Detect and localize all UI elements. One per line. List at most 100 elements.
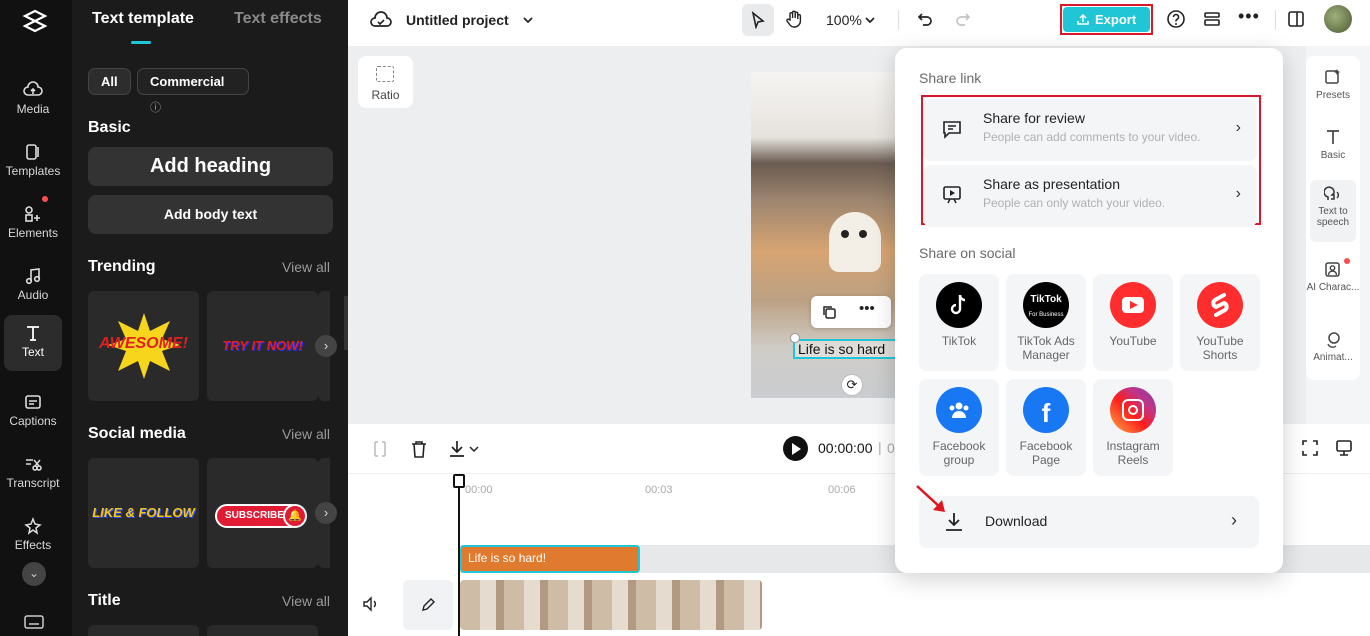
rail-captions[interactable]: Captions [4,384,62,440]
rail-templates[interactable]: Templates [4,134,62,190]
tab-text-template[interactable]: Text template [92,10,194,28]
hand-pan-icon[interactable] [784,9,804,29]
text-panel: Text template Text effects All Commercia… [72,0,348,636]
share-instagram-reels[interactable]: Instagram Reels [1093,379,1173,476]
avatar[interactable] [1324,5,1352,33]
trending-template-try-it-now[interactable]: TRY IT NOW! [207,291,318,401]
divider [898,10,899,30]
basic-tab[interactable]: Basic [1306,128,1360,161]
add-body-text-button[interactable]: Add body text [88,195,333,234]
zoom-chevron-down-icon[interactable] [864,15,876,25]
elements-icon [25,206,40,222]
share-youtube[interactable]: YouTube [1093,274,1173,371]
project-name[interactable]: Untitled project [406,12,509,28]
share-youtube-label: YouTube [1109,334,1157,348]
undo-icon[interactable] [916,10,934,28]
title-view-all-link[interactable]: View all [282,593,330,609]
left-rail: Media Templates Elements Audio Text Capt… [0,0,72,636]
share-facebook-group[interactable]: Facebook group [919,379,999,476]
animation-tab[interactable]: Animat... [1306,330,1360,363]
download-dropdown-icon[interactable] [448,439,482,459]
caption-text-box[interactable]: Life is so hard [793,339,903,359]
title-template-peek[interactable] [88,625,199,636]
video-clip[interactable] [460,580,762,630]
fullscreen-icon[interactable] [1300,438,1320,458]
monitor-icon[interactable] [1334,438,1354,458]
share-as-presentation-subtitle: People can only watch your video. [983,196,1166,210]
add-heading-button[interactable]: Add heading [88,147,333,186]
rail-more-chevron-icon[interactable]: ⌄ [22,562,46,586]
social-scroll-right-icon[interactable]: › [315,502,337,524]
text-to-speech-label: Text to speech [1316,206,1350,228]
stack-layers-icon[interactable] [1202,9,1222,29]
section-basic-title: Basic [88,119,131,136]
play-button[interactable] [783,436,808,461]
share-youtube-shorts[interactable]: YouTube Shorts [1180,274,1260,371]
ai-character-tab[interactable]: AI Charac... [1306,258,1360,293]
cursor-arrow-icon [751,11,765,29]
social-view-all-link[interactable]: View all [282,426,330,442]
notification-dot [42,196,48,202]
social-template-like-follow[interactable]: LIKE & FOLLOW [88,458,199,568]
text-to-speech-tab[interactable]: Text to speech [1310,180,1356,242]
text-more-icon[interactable]: ••• [859,300,875,317]
split-icon[interactable] [372,440,388,458]
red-arrow-annotation [916,485,945,512]
rail-transcript[interactable]: Transcript [4,446,62,502]
tiktok-ads-icon: TikTok For Business [1023,282,1069,328]
filter-all[interactable]: All [88,68,131,95]
volume-icon[interactable] [362,596,382,612]
share-facebook-page[interactable]: f Facebook Page [1006,379,1086,476]
playhead[interactable] [458,474,460,636]
filter-commercial[interactable]: Commercial ⓘ [137,68,249,114]
cover-edit-button[interactable] [403,580,453,630]
presentation-icon [943,186,961,204]
trending-view-all-link[interactable]: View all [282,259,330,275]
duplicate-icon[interactable] [821,304,837,320]
share-for-review-button[interactable]: Share for review People can add comments… [923,99,1257,161]
rail-text[interactable]: Text [4,315,62,371]
animation-label: Animat... [1313,352,1353,363]
rail-templates-label: Templates [5,164,61,178]
rail-media[interactable]: Media [4,72,62,128]
tab-text-effects[interactable]: Text effects [234,10,322,28]
text-t-icon [27,326,39,341]
ratio-button[interactable]: Ratio [358,56,413,108]
share-tiktok-ads-manager[interactable]: TikTok For Business TikTok Ads Manager [1006,274,1086,371]
trending-scroll-right-icon[interactable]: › [315,335,337,357]
social-template-subscribe[interactable]: SUBSCRIBE 🔔 [207,458,318,568]
youtube-shorts-icon [1197,282,1243,328]
rail-audio[interactable]: Audio [4,258,62,314]
templates-icon [26,144,39,160]
title-template-peek-2[interactable] [207,625,318,636]
share-tiktok[interactable]: TikTok [919,274,999,371]
layout-panel-icon[interactable] [1287,10,1305,28]
export-button[interactable]: Export [1063,7,1150,32]
share-as-presentation-button[interactable]: Share as presentation People can only wa… [923,165,1257,227]
download-label: Download [985,513,1048,529]
rail-effects[interactable]: Effects [4,508,62,564]
filter-commercial-label: Commercial [150,74,225,89]
zoom-level[interactable]: 100% [826,12,862,28]
presets-tab[interactable]: Presets [1306,68,1360,101]
play-icon [792,443,801,455]
chevron-right-icon: › [1235,119,1241,136]
redo-icon[interactable] [954,10,972,28]
more-options-icon[interactable]: ••• [1238,6,1260,27]
active-tab-indicator [131,41,151,44]
speech-icon [1324,186,1339,200]
text-clip[interactable]: Life is so hard! [460,545,640,573]
rotate-icon[interactable]: ⟳ [841,374,863,396]
help-icon[interactable] [1166,9,1186,29]
keyboard-icon[interactable] [24,614,44,630]
chevron-down-icon[interactable] [522,15,534,25]
select-tool-button[interactable] [742,4,774,36]
rail-elements[interactable]: Elements [4,196,62,252]
cloud-saved-icon[interactable] [370,10,392,30]
delete-trash-icon[interactable] [410,439,428,459]
resize-handle[interactable] [790,333,800,343]
trending-template-awesome[interactable]: AWESOME! [88,291,199,401]
download-button[interactable]: Download › [919,496,1259,548]
playhead-handle[interactable] [453,474,465,488]
upload-icon [1077,13,1089,25]
